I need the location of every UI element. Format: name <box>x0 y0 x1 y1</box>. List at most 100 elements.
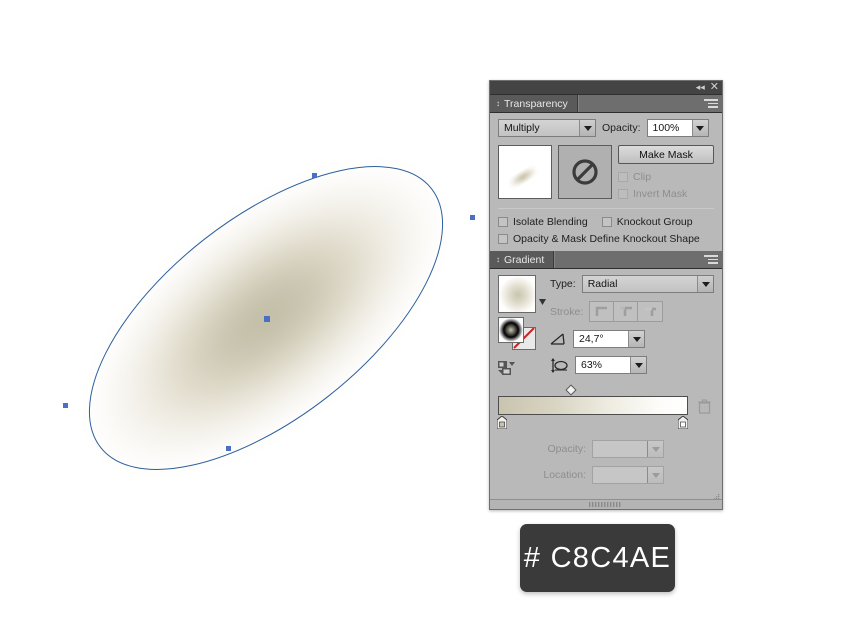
artwork-thumbnail[interactable] <box>498 145 552 199</box>
opacity-input[interactable]: 100% <box>646 119 709 137</box>
gradient-left-column <box>498 275 546 380</box>
transparency-header-filler <box>577 95 722 112</box>
panel-drag-handle[interactable] <box>490 499 722 509</box>
gradient-center-point[interactable] <box>264 316 270 322</box>
stroke-across-icon[interactable] <box>614 302 639 321</box>
invert-mask-label: Invert Mask <box>633 188 688 200</box>
isolate-blending-row[interactable]: Isolate Blending <box>498 216 588 228</box>
blending-options-row: Isolate Blending Knockout Group <box>498 216 714 228</box>
stop-opacity-input[interactable] <box>592 440 664 458</box>
isolate-blending-checkbox[interactable] <box>498 217 508 227</box>
blend-opacity-row: Multiply Opacity: 100% <box>498 119 714 137</box>
transparency-tab-label: Transparency <box>504 97 568 110</box>
updown-arrows-icon[interactable]: ↕ <box>496 99 500 108</box>
chevron-down-icon[interactable] <box>691 120 708 136</box>
anchor-point[interactable] <box>63 403 68 408</box>
panel-group-titlebar[interactable]: ◂◂ ✕ <box>490 81 722 95</box>
gradient-panel-body: Type: Radial Stroke: 24,7° 63% Opacity: … <box>490 269 722 504</box>
chevron-down-icon[interactable] <box>628 331 644 347</box>
hex-color-label: # C8C4AE <box>523 541 672 574</box>
fill-stroke-indicator[interactable] <box>498 317 540 351</box>
gradient-type-label: Type: <box>550 278 576 290</box>
chevron-down-icon[interactable] <box>647 441 663 457</box>
panel-menu-icon[interactable] <box>704 255 718 265</box>
stroke-within-icon[interactable] <box>590 302 615 321</box>
fill-stroke-toggle-icon[interactable] <box>498 361 518 375</box>
chevron-down-icon[interactable] <box>539 299 546 305</box>
chevron-down-icon[interactable] <box>630 357 646 373</box>
stop-opacity-label: Opacity: <box>547 443 586 455</box>
tab-gradient[interactable]: ↕ Gradient <box>490 251 555 268</box>
stop-opacity-row: Opacity: <box>498 440 714 458</box>
blend-mode-value: Multiply <box>504 122 540 134</box>
gradient-top-row: Type: Radial Stroke: 24,7° 63% <box>498 275 714 380</box>
collapse-panel-icon[interactable]: ◂◂ <box>696 83 705 92</box>
knockout-group-label: Knockout Group <box>616 216 693 228</box>
stroke-along-icon[interactable] <box>638 302 663 321</box>
ellipse-fill <box>89 166 443 470</box>
opacity-mask-label: Opacity & Mask Define Knockout Shape <box>513 233 700 245</box>
gradient-swatch-row <box>498 275 546 313</box>
close-icon[interactable]: ✕ <box>710 82 719 93</box>
angle-icon <box>550 333 565 345</box>
isolate-blending-label: Isolate Blending <box>513 216 588 228</box>
invert-mask-checkbox[interactable] <box>618 189 628 199</box>
tab-transparency[interactable]: ↕ Transparency <box>490 95 578 112</box>
chevron-down-icon[interactable] <box>647 467 663 483</box>
clip-label: Clip <box>633 171 652 183</box>
gradient-aspect-row: 63% <box>550 356 714 374</box>
invert-mask-checkbox-row[interactable]: Invert Mask <box>618 188 714 200</box>
transparency-panel-body: Multiply Opacity: 100% Make Mask Clip In… <box>490 113 722 251</box>
drag-handle-icon <box>589 502 621 507</box>
knockout-group-checkbox[interactable] <box>601 217 612 227</box>
gradient-angle-row: 24,7° <box>550 330 714 348</box>
gradient-ramp-wrapper <box>497 384 714 429</box>
gradient-preview-swatch[interactable] <box>498 275 536 313</box>
panel-group[interactable]: ◂◂ ✕ ↕ Transparency Multiply Opacity: 10… <box>489 80 723 510</box>
gradient-stop-start[interactable] <box>497 416 507 429</box>
mask-thumbnail[interactable] <box>558 145 612 199</box>
stroke-align-buttons[interactable] <box>589 301 664 322</box>
chevron-down-icon[interactable] <box>697 276 713 292</box>
stop-location-input[interactable] <box>592 466 664 484</box>
aspect-ratio-icon <box>551 357 568 373</box>
anchor-point[interactable] <box>312 173 317 178</box>
transparency-panel-header[interactable]: ↕ Transparency <box>490 95 722 113</box>
gradient-angle-input[interactable]: 24,7° <box>573 330 645 348</box>
opacity-mask-row[interactable]: Opacity & Mask Define Knockout Shape <box>498 233 714 245</box>
make-mask-button[interactable]: Make Mask <box>618 145 714 164</box>
no-mask-icon <box>572 159 598 185</box>
fill-indicator[interactable] <box>498 317 524 343</box>
gradient-stop-end[interactable] <box>678 416 688 429</box>
gradient-tab-label: Gradient <box>504 253 545 266</box>
clip-checkbox[interactable] <box>618 172 628 182</box>
gradient-type-row: Type: Radial <box>550 275 714 293</box>
gradient-aspect-value: 63% <box>581 359 603 371</box>
ellipse-artwork[interactable] <box>30 120 500 510</box>
trash-icon[interactable] <box>698 399 711 414</box>
gradient-panel-header[interactable]: ↕ Gradient <box>490 251 722 269</box>
opacity-value: 100% <box>652 122 680 134</box>
updown-arrows-icon[interactable]: ↕ <box>496 255 500 264</box>
anchor-point[interactable] <box>226 446 231 451</box>
gradient-type-value: Radial <box>587 278 618 290</box>
panel-menu-icon[interactable] <box>704 99 718 109</box>
gradient-aspect-input[interactable]: 63% <box>575 356 647 374</box>
gradient-stroke-label: Stroke: <box>550 305 584 318</box>
gradient-type-select[interactable]: Radial <box>581 275 714 293</box>
opacity-mask-checkbox[interactable] <box>498 234 508 244</box>
blend-mode-select[interactable]: Multiply <box>498 119 596 137</box>
gradient-right-column: Type: Radial Stroke: 24,7° 63% <box>550 275 714 374</box>
stop-location-label: Location: <box>543 469 586 481</box>
gradient-midpoint-stop[interactable] <box>565 384 577 396</box>
anchor-point[interactable] <box>470 215 475 220</box>
knockout-group-row[interactable]: Knockout Group <box>601 216 693 228</box>
stop-opacity-value <box>593 441 647 457</box>
hex-color-badge: # C8C4AE <box>520 524 675 592</box>
gradient-ramp[interactable] <box>498 396 688 415</box>
chevron-down-icon[interactable] <box>579 120 595 136</box>
opacity-label: Opacity: <box>602 122 641 134</box>
gradient-stroke-row: Stroke: <box>550 301 714 322</box>
clip-checkbox-row[interactable]: Clip <box>618 171 714 183</box>
gradient-angle-value: 24,7° <box>579 333 604 345</box>
